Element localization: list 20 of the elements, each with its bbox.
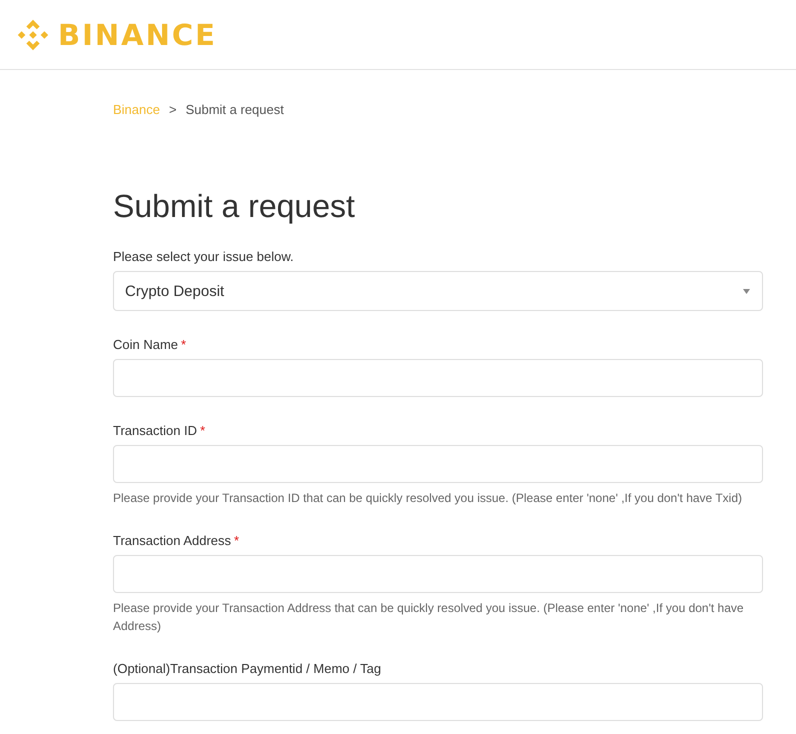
required-mark: * xyxy=(200,423,206,438)
input-field[interactable] xyxy=(113,683,763,721)
field-label: Coin Name xyxy=(113,337,178,352)
input-field[interactable] xyxy=(113,359,763,397)
caret-icon xyxy=(743,288,750,294)
page-title: Submit a request xyxy=(113,188,356,225)
help-text: Please provide your Transaction ID that can be quickly resolved you issue. (Please enter 'none' ,If you don't have Txid) xyxy=(113,490,743,507)
input-field[interactable] xyxy=(113,445,763,483)
logo-text: BINANCE xyxy=(58,18,217,52)
field-label: Please select your issue below. xyxy=(113,249,294,264)
issue-select[interactable]: Crypto Deposit xyxy=(113,271,763,311)
field-label: Transaction Address xyxy=(113,533,232,548)
help-text: Please provide your Transaction Address that can be quickly resolved you issue. (Please enter 'none' ,If you don't have Address) xyxy=(113,600,745,635)
input-field[interactable] xyxy=(113,555,763,593)
breadcrumb-current: Submit a request xyxy=(186,102,284,117)
required-mark: * xyxy=(234,533,240,548)
required-mark: * xyxy=(181,337,186,352)
field-label: (Optional)Transaction Paymentid / Memo / Tag xyxy=(113,661,382,676)
breadcrumb-separator: > xyxy=(168,102,177,117)
field-label: Transaction ID xyxy=(113,423,198,438)
